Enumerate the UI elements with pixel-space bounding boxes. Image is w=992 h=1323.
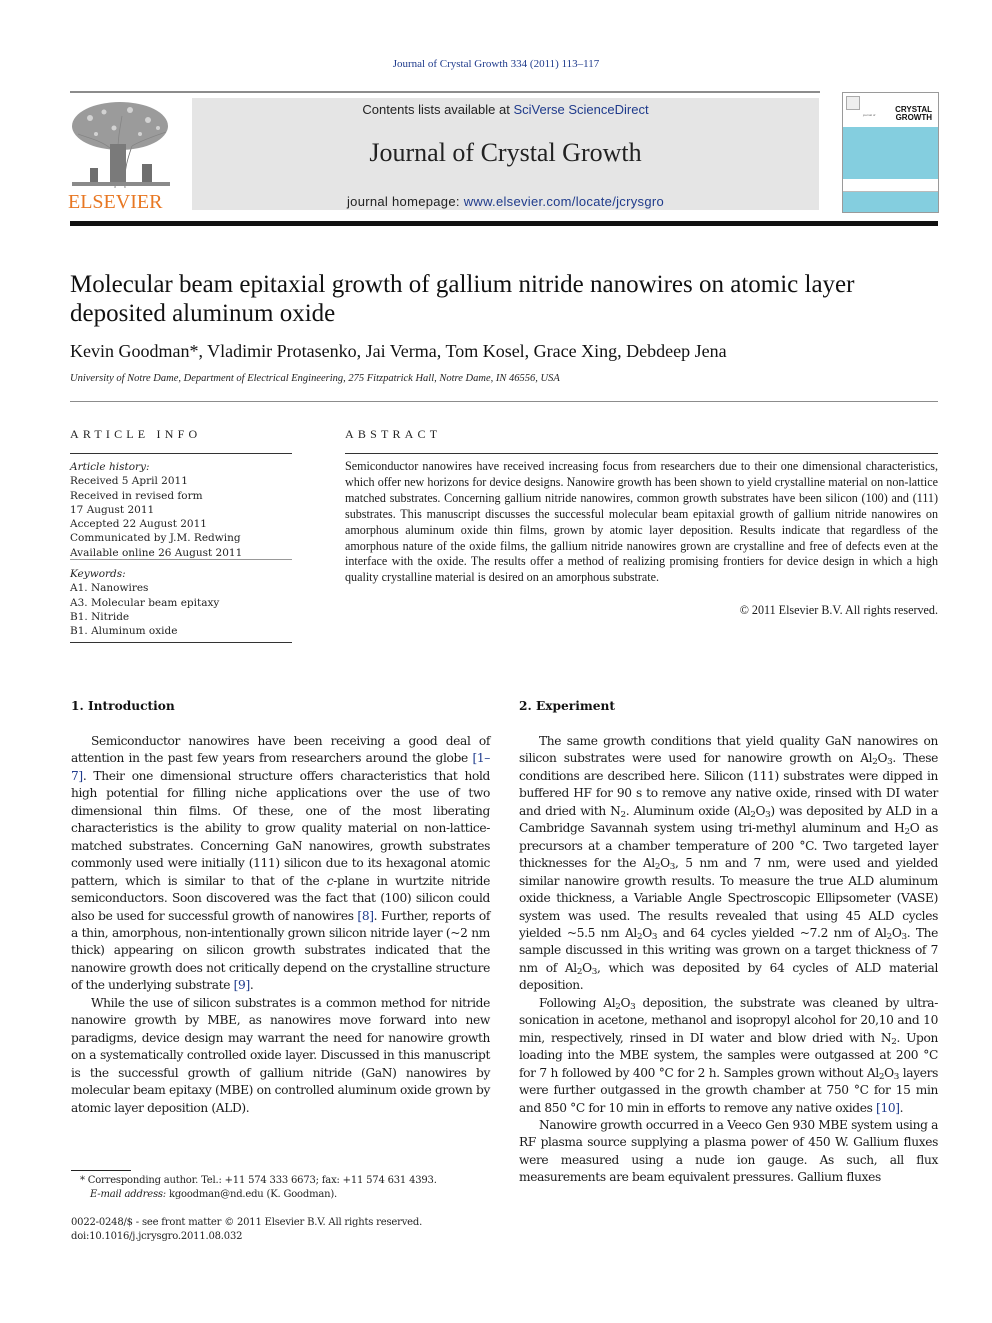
text-run: O: [582, 960, 592, 975]
abstract-copyright: © 2011 Elsevier B.V. All rights reserved…: [739, 603, 938, 617]
article-title: Molecular beam epitaxial growth of galli…: [70, 271, 855, 327]
keywords-label: Keywords:: [70, 568, 126, 580]
text-run: O: [660, 856, 670, 871]
text-run: .: [899, 1100, 904, 1115]
column-right: The same growth conditions that yield qu…: [519, 733, 938, 1187]
article-history: Article history: Received 5 April 2011 R…: [70, 460, 292, 560]
section-title-experiment: 2. Experiment: [519, 699, 615, 713]
experiment-paragraph-2: Following Al2O3 deposition, the substrat…: [519, 995, 938, 1117]
cover-band: [843, 127, 938, 179]
citation-link[interactable]: [10]: [876, 1101, 900, 1115]
journal-title: Journal of Crystal Growth: [369, 138, 642, 167]
text-run: O: [877, 751, 888, 766]
cover-publisher-icon: [846, 96, 860, 110]
top-rule: [70, 91, 820, 93]
cover-band-white: [843, 179, 938, 192]
history-item: Available online 26 August 2011: [70, 546, 243, 559]
text-run: O: [884, 1065, 894, 1080]
issn-line: 0022-0248/$ - see front matter © 2011 El…: [71, 1217, 423, 1228]
article-info-rule: [70, 642, 292, 643]
section-title-introduction: 1. Introduction: [71, 699, 175, 713]
article-info-heading: ARTICLE INFO: [70, 427, 202, 441]
text-run: O: [620, 995, 631, 1010]
journal-banner: Contents lists available at SciVerse Sci…: [192, 98, 819, 210]
homepage-link[interactable]: www.elsevier.com/locate/jcrysgro: [464, 194, 664, 209]
contents-line: Contents lists available at SciVerse Sci…: [192, 102, 819, 117]
abstract-rule: [345, 453, 938, 454]
keyword-item: B1. Aluminum oxide: [70, 625, 178, 638]
history-item: Received 5 April 2011: [70, 475, 188, 488]
contents-prefix: Contents lists available at: [362, 102, 514, 117]
elsevier-wordmark: ELSEVIER: [68, 191, 163, 213]
text-run: . Their one dimensional structure offers…: [71, 768, 490, 888]
article-authors: Kevin Goodman*, Vladimir Protasenko, Jai…: [70, 341, 727, 361]
text-run: .: [249, 978, 254, 993]
text-run: . Aluminum oxide (Al: [625, 803, 751, 818]
doi-line[interactable]: doi:10.1016/j.jcrysgro.2011.08.032: [71, 1231, 242, 1242]
homepage-line: journal homepage: www.elsevier.com/locat…: [192, 194, 819, 209]
journal-citation[interactable]: Journal of Crystal Growth 334 (2011) 113…: [0, 58, 992, 70]
experiment-paragraph-3: Nanowire growth occurred in a Veeco Gen …: [519, 1117, 938, 1185]
email-address[interactable]: kgoodman@nd.edu (K. Goodman).: [166, 1189, 337, 1200]
text-run: and 64 cycles yielded ~7.2 nm of Al: [657, 925, 887, 940]
keyword-item: A3. Molecular beam epitaxy: [70, 596, 220, 609]
header-divider: [70, 221, 938, 226]
text-run: O: [891, 925, 902, 940]
abstract-text: Semiconductor nanowires have received in…: [345, 459, 938, 585]
history-label: Article history:: [70, 461, 150, 473]
history-item: Communicated by J.M. Redwing: [70, 532, 241, 545]
cover-band: [843, 192, 938, 212]
email-footnote: E-mail address: kgoodman@nd.edu (K. Good…: [90, 1189, 510, 1200]
cover-title: CRYSTAL GROWTH: [895, 106, 932, 122]
history-item: Accepted 22 August 2011: [70, 518, 207, 531]
sciencedirect-link[interactable]: SciVerse ScienceDirect: [513, 102, 648, 117]
history-item: 17 August 2011: [70, 503, 155, 516]
citation-link[interactable]: [9]: [234, 978, 251, 992]
footnote-rule: [71, 1170, 131, 1171]
text-run: Following Al: [539, 995, 616, 1010]
homepage-prefix: journal homepage:: [346, 194, 464, 209]
email-label: E-mail address:: [90, 1189, 166, 1200]
intro-paragraph-2: While the use of silicon substrates is a…: [71, 995, 490, 1115]
keyword-item: B1. Nitride: [70, 610, 130, 623]
article-info-rule: [70, 453, 292, 454]
journal-cover-thumbnail[interactable]: journal of CRYSTAL GROWTH: [842, 92, 939, 213]
article-info-rule: [70, 559, 292, 560]
title-divider: [70, 401, 938, 402]
cover-title-line2: GROWTH: [895, 113, 932, 122]
keyword-item: A1. Nanowires: [70, 582, 149, 595]
citation-link[interactable]: [8]: [357, 909, 374, 923]
history-item: Received in revised form: [70, 489, 203, 502]
keywords: Keywords: A1. Nanowires A3. Molecular be…: [70, 567, 292, 638]
column-left: Semiconductor nanowires have been receiv…: [71, 733, 490, 1117]
article-affiliation: University of Notre Dame, Department of …: [70, 373, 560, 384]
text-run: O: [642, 925, 652, 940]
abstract-heading: ABSTRACT: [345, 427, 442, 441]
intro-paragraph-1: Semiconductor nanowires have been receiv…: [71, 733, 490, 995]
corresponding-author-footnote: * Corresponding author. Tel.: +11 574 33…: [80, 1175, 437, 1186]
cover-small-text: journal of: [863, 113, 876, 117]
text-run: Semiconductor nanowires have been receiv…: [71, 734, 490, 766]
experiment-paragraph-1: The same growth conditions that yield qu…: [519, 733, 938, 995]
text-run: O: [755, 803, 766, 818]
